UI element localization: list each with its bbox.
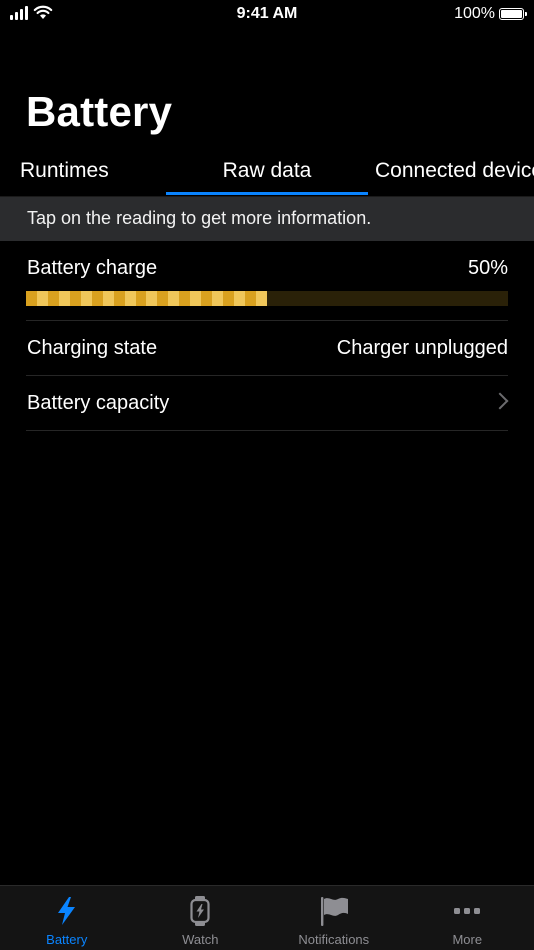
charge-fill-segment: [69, 291, 81, 306]
battery-icon: [499, 8, 527, 20]
info-banner: Tap on the reading to get more informati…: [0, 196, 534, 241]
charge-fill-segment: [91, 291, 103, 306]
more-icon: [454, 908, 481, 914]
tab-bar-battery-label: Battery: [46, 932, 88, 947]
battery-charge-value: 50%: [467, 257, 508, 279]
status-bar: 9:41 AM 100%: [0, 0, 534, 30]
tab-raw-data[interactable]: Raw data: [166, 150, 368, 196]
page-title: Battery: [26, 88, 173, 135]
bolt-icon: [57, 897, 75, 925]
tab-bar-notifications-label: Notifications: [298, 932, 370, 947]
selected-tab-indicator: [166, 192, 368, 195]
tab-bar-watch-label: Watch: [182, 932, 219, 947]
status-right: 100%: [454, 5, 527, 23]
charge-fill-segment: [135, 291, 147, 306]
battery-percent: 100%: [454, 5, 495, 22]
charge-fill-segment: [234, 291, 246, 306]
charge-fill-segment: [146, 291, 158, 306]
charge-fill-segment: [245, 291, 257, 306]
tab-bar-notifications[interactable]: Notifications: [267, 886, 401, 950]
flag-icon: [320, 897, 348, 926]
info-banner-text: Tap on the reading to get more informati…: [27, 208, 372, 228]
battery-charge-label: Battery charge: [27, 257, 158, 279]
charge-fill-segment: [190, 291, 202, 306]
charge-fill-segment: [179, 291, 191, 306]
battery-charge-row[interactable]: Battery charge 50%: [26, 240, 508, 321]
charge-fill-segment: [212, 291, 224, 306]
tab-runtimes[interactable]: Runtimes: [20, 150, 109, 196]
battery-capacity-label: Battery capacity: [27, 392, 170, 414]
charge-fill-segment: [168, 291, 180, 306]
charge-fill-segment: [58, 291, 70, 306]
charge-fill-segment: [201, 291, 213, 306]
charging-state-label: Charging state: [27, 337, 158, 359]
charge-fill-segment: [124, 291, 136, 306]
tab-bar-more-label: More: [452, 932, 483, 947]
tab-bar: Battery Watch Notifications More: [0, 885, 534, 950]
tab-bar-battery[interactable]: Battery: [0, 886, 134, 950]
watch-icon: [190, 896, 210, 926]
battery-capacity-row[interactable]: Battery capacity: [26, 376, 509, 431]
charge-fill-segment: [26, 291, 37, 306]
charge-fill-segment: [36, 291, 48, 306]
tab-bar-watch[interactable]: Watch: [134, 886, 268, 950]
charge-fill-segment: [113, 291, 125, 306]
charge-fill-segment: [47, 291, 59, 306]
charge-fill-segment: [80, 291, 92, 306]
charge-fill-segment: [102, 291, 114, 306]
charge-fill-segment: [223, 291, 235, 306]
battery-charge-fill: [26, 291, 267, 306]
charging-state-row[interactable]: Charging state Charger unplugged: [26, 321, 508, 376]
tab-strip: Runtimes Raw data Connected devices: [0, 150, 534, 196]
chevron-right-icon: [491, 392, 509, 410]
tab-connected-devices[interactable]: Connected devices: [375, 150, 534, 196]
tab-bar-more[interactable]: More: [401, 886, 534, 950]
charge-fill-segment: [157, 291, 169, 306]
battery-charge-bar: [26, 291, 508, 306]
charging-state-value: Charger unplugged: [336, 337, 508, 359]
charge-fill-segment: [256, 291, 267, 306]
